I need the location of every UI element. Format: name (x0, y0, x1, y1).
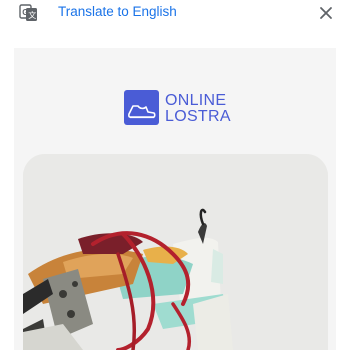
close-icon[interactable] (316, 3, 336, 23)
translate-icon[interactable]: G 文 (19, 4, 39, 22)
sneaker-product-image (23, 154, 328, 350)
logo-text-line1: ONLINE (165, 92, 227, 109)
page-content: ONLINE LOSTRA (14, 48, 336, 350)
brand-logo[interactable]: ONLINE LOSTRA (124, 90, 231, 126)
translate-bar: G 文 Translate to English (0, 0, 350, 31)
svg-text:文: 文 (28, 10, 36, 20)
translate-to-english-link[interactable]: Translate to English (58, 3, 177, 21)
logo-text-line2: LOSTRA (165, 108, 231, 125)
product-card[interactable] (23, 154, 328, 350)
shoe-logo-icon (124, 90, 159, 125)
